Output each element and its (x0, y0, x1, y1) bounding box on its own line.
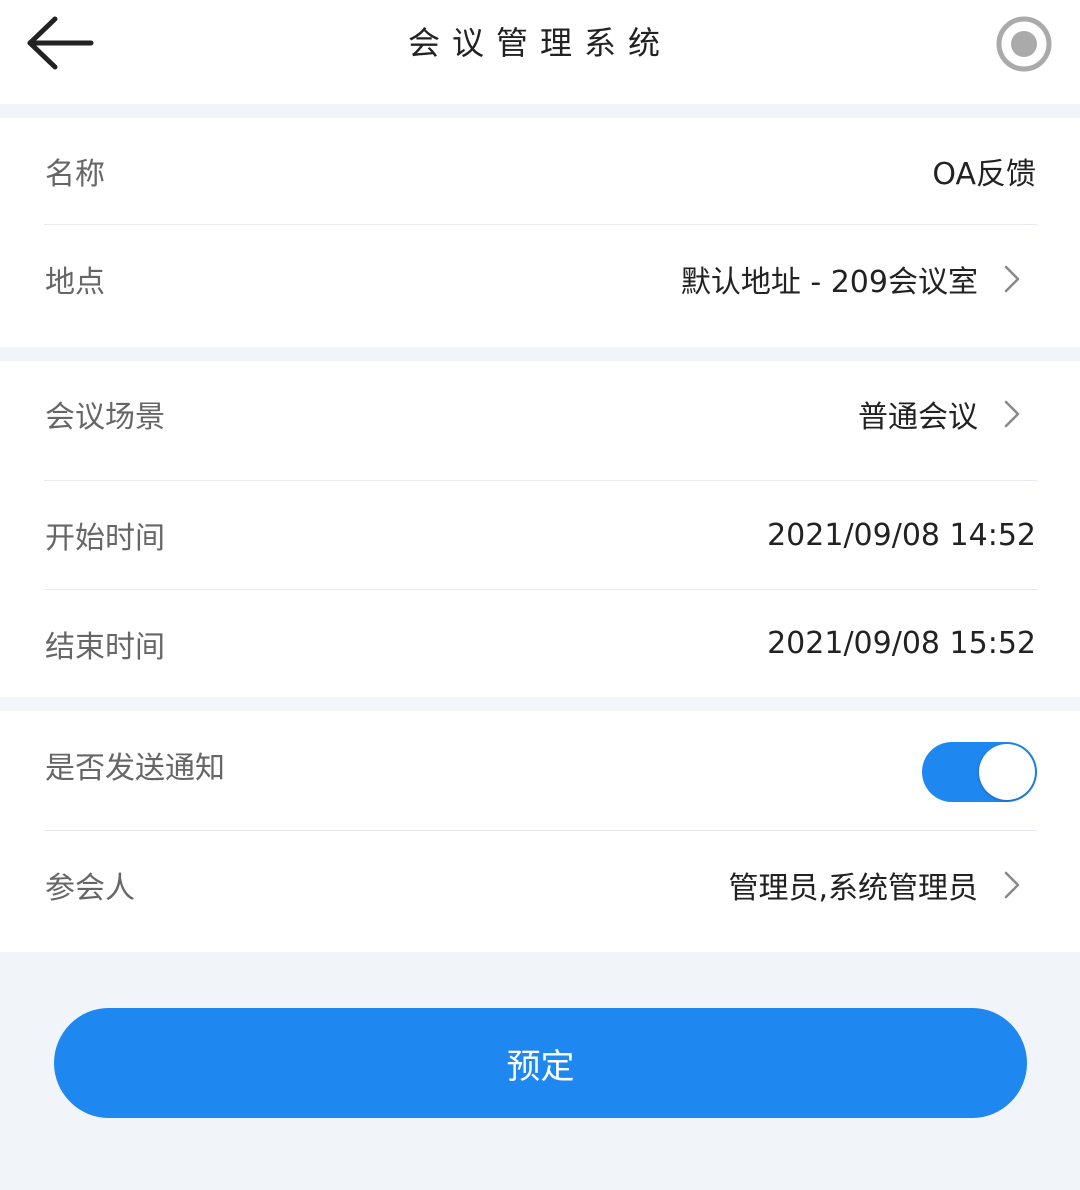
location-label: 地点 (45, 265, 105, 300)
book-button[interactable]: 预定 (54, 1008, 1027, 1118)
toggle-knob (979, 744, 1035, 800)
notify-label: 是否发送通知 (45, 751, 225, 786)
participants-row[interactable]: 参会人 管理员,系统管理员 (0, 831, 1080, 939)
record-circle-icon (996, 16, 1052, 72)
participants-label: 参会人 (45, 871, 135, 906)
location-row[interactable]: 地点 默认地址 - 209会议室 (0, 225, 1080, 333)
scene-row[interactable]: 会议场景 普通会议 (0, 361, 1080, 467)
record-button[interactable] (994, 14, 1054, 74)
end-time-row[interactable]: 结束时间 2021/09/08 15:52 (0, 590, 1080, 697)
scene-value: 普通会议 (858, 400, 978, 435)
participants-value: 管理员,系统管理员 (728, 871, 978, 906)
app-header: 会议管理系统 (0, 0, 1080, 104)
end-time-label: 结束时间 (45, 629, 165, 665)
start-time-value: 2021/09/08 14:52 (767, 517, 1036, 553)
notify-row: 是否发送通知 (0, 711, 1080, 819)
end-time-value: 2021/09/08 15:52 (767, 626, 1036, 661)
start-time-row[interactable]: 开始时间 2021/09/08 14:52 (0, 481, 1080, 589)
notify-toggle[interactable] (922, 742, 1037, 802)
name-value: OA反馈 (932, 157, 1036, 192)
chevron-right-icon (1000, 225, 1024, 333)
page-title: 会议管理系统 (407, 24, 672, 62)
scene-label: 会议场景 (45, 400, 165, 435)
notify-group: 是否发送通知 参会人 管理员,系统管理员 (0, 711, 1080, 952)
basic-info-group: 名称 OA反馈 地点 默认地址 - 209会议室 (0, 118, 1080, 347)
location-value: 默认地址 - 209会议室 (680, 265, 978, 300)
name-label: 名称 (45, 157, 105, 192)
time-group: 会议场景 普通会议 开始时间 2021/09/08 14:52 结束时间 202… (0, 361, 1080, 697)
name-row: 名称 OA反馈 (0, 118, 1080, 224)
chevron-right-icon (1000, 831, 1024, 939)
start-time-label: 开始时间 (45, 521, 165, 556)
chevron-right-icon (1000, 361, 1024, 467)
